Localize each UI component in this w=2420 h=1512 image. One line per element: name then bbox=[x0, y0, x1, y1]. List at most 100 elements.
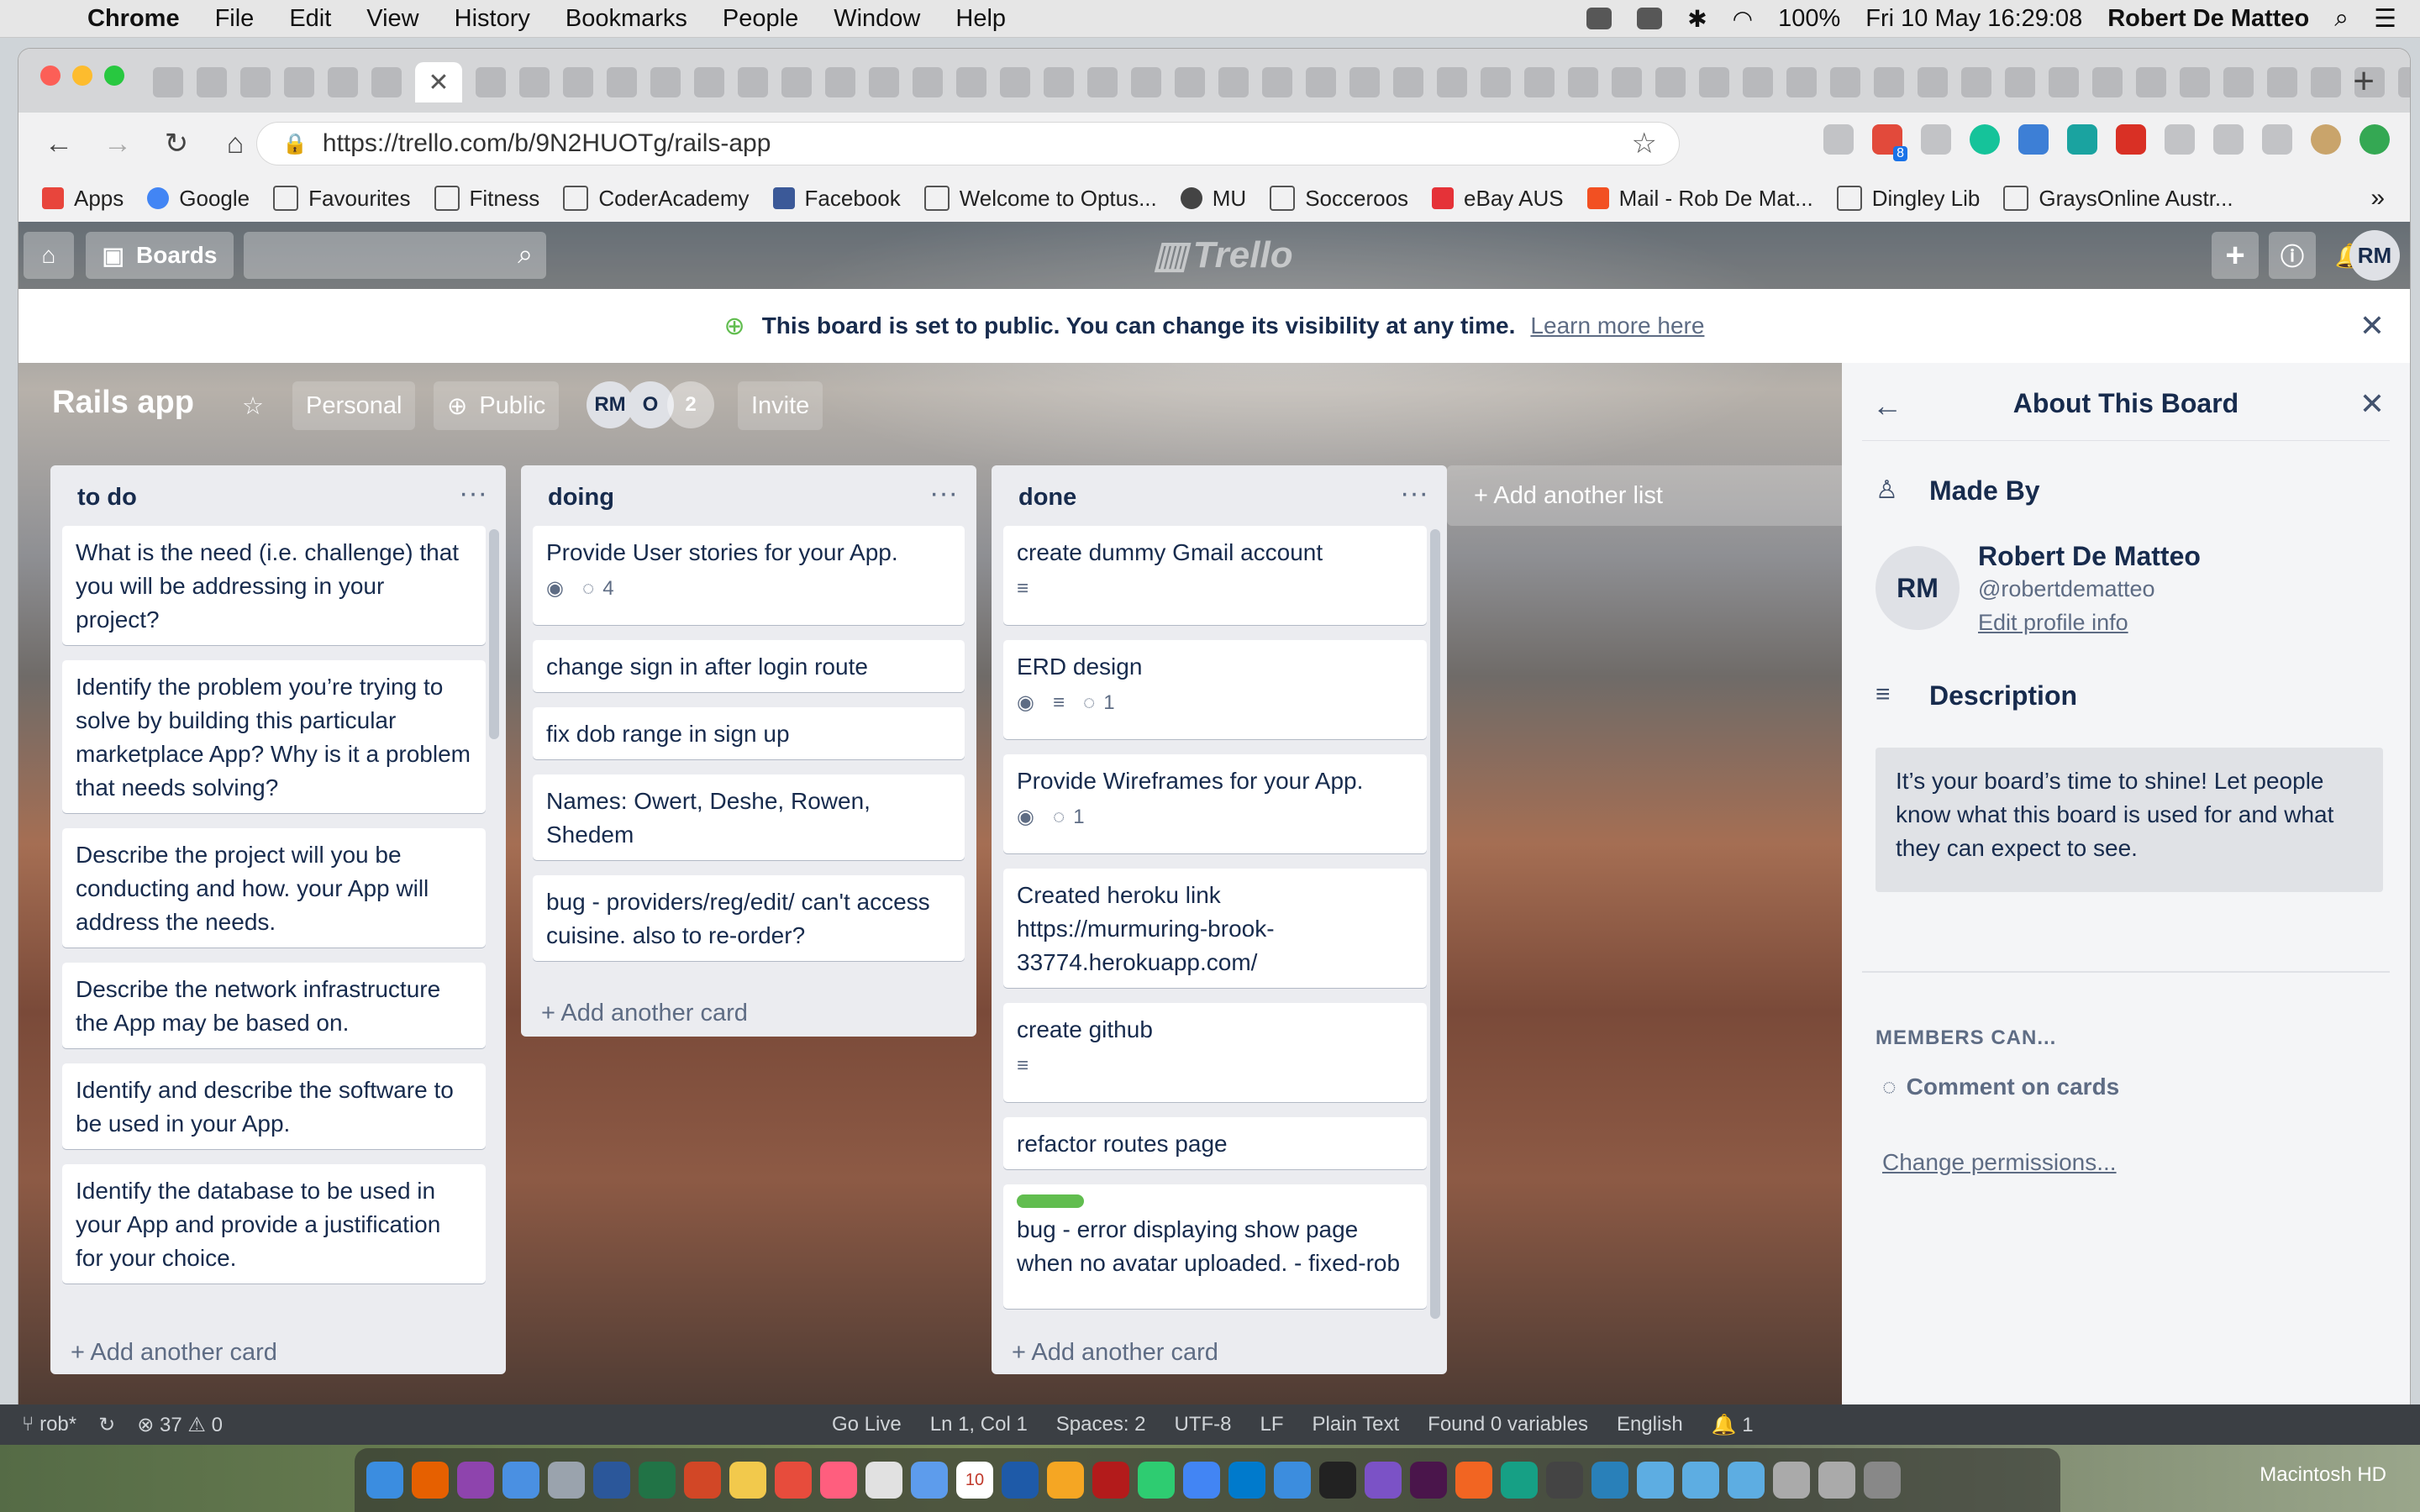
music-icon[interactable] bbox=[820, 1462, 857, 1499]
bookmarks-overflow-button[interactable]: » bbox=[2370, 184, 2385, 213]
card[interactable]: create dummy Gmail account ≡ bbox=[1003, 526, 1427, 625]
tab[interactable] bbox=[2049, 67, 2079, 97]
url-text[interactable]: https://trello.com/b/9N2HUOTg/rails-app bbox=[323, 129, 771, 158]
card[interactable]: Identify the problem you’re trying to so… bbox=[62, 660, 486, 813]
home-button[interactable]: ⌂ bbox=[217, 125, 254, 162]
card[interactable]: ERD design ◉ ≡ ◌ 1 bbox=[1003, 640, 1427, 739]
tab[interactable] bbox=[1000, 67, 1030, 97]
menu-bookmarks[interactable]: Bookmarks bbox=[566, 5, 687, 33]
invite-button[interactable]: Invite bbox=[738, 381, 823, 430]
card[interactable]: Provide Wireframes for your App. ◉ ◌ 1 bbox=[1003, 754, 1427, 853]
bluetooth-icon[interactable]: ✱ bbox=[1687, 5, 1707, 33]
lock-icon[interactable]: 🔒 bbox=[282, 132, 308, 156]
tray-app-icon[interactable] bbox=[1586, 8, 1612, 29]
variables-status[interactable]: Found 0 variables bbox=[1428, 1413, 1588, 1437]
branch-indicator[interactable]: ⑂ rob* bbox=[22, 1413, 76, 1436]
team-button[interactable]: Personal bbox=[292, 381, 416, 430]
tab[interactable] bbox=[2223, 67, 2254, 97]
grammarly-icon[interactable] bbox=[1970, 124, 2000, 155]
bookmark-mu[interactable]: MU bbox=[1180, 186, 1246, 212]
list-menu-icon[interactable]: ··· bbox=[929, 477, 958, 510]
card[interactable]: create github ≡ bbox=[1003, 1003, 1427, 1102]
visibility-button[interactable]: ⊕ Public bbox=[434, 381, 560, 430]
bookmark-google[interactable]: Google bbox=[147, 186, 250, 212]
bookmark-mail[interactable]: Mail - Rob De Mat... bbox=[1586, 186, 1813, 212]
bell-icon[interactable]: 🔔 1 bbox=[1712, 1413, 1754, 1437]
tab[interactable] bbox=[825, 67, 855, 97]
board-title[interactable]: Rails app bbox=[52, 385, 194, 421]
card[interactable]: Created heroku link https://murmuring-br… bbox=[1003, 869, 1427, 988]
tab[interactable] bbox=[1786, 67, 1817, 97]
tab[interactable] bbox=[1481, 67, 1511, 97]
extension-icon[interactable] bbox=[2018, 124, 2049, 155]
messages-icon[interactable] bbox=[1138, 1462, 1175, 1499]
cursor-position[interactable]: Ln 1, Col 1 bbox=[930, 1413, 1028, 1437]
activity-monitor-icon[interactable] bbox=[1546, 1462, 1583, 1499]
active-tab-close-icon[interactable]: ✕ bbox=[415, 62, 462, 102]
zoom-window-button[interactable] bbox=[104, 66, 124, 86]
tab[interactable] bbox=[2180, 67, 2210, 97]
update-icon[interactable] bbox=[2360, 124, 2390, 155]
bookmark-folder-coderacademy[interactable]: CoderAcademy bbox=[563, 186, 750, 212]
tab[interactable] bbox=[1961, 67, 1991, 97]
menu-window[interactable]: Window bbox=[834, 5, 920, 33]
close-banner-icon[interactable]: ✕ bbox=[2360, 308, 2385, 344]
bookmark-folder-favourites[interactable]: Favourites bbox=[273, 186, 411, 212]
app-store-icon[interactable] bbox=[1002, 1462, 1039, 1499]
star-board-icon[interactable]: ☆ bbox=[229, 381, 277, 430]
tab[interactable] bbox=[1874, 67, 1904, 97]
powerpoint-icon[interactable] bbox=[684, 1462, 721, 1499]
tab[interactable] bbox=[694, 67, 724, 97]
close-window-button[interactable] bbox=[40, 66, 60, 86]
trello-logo[interactable]: ▥ Trello bbox=[1153, 234, 1293, 276]
menu-file[interactable]: File bbox=[215, 5, 255, 33]
tab[interactable] bbox=[1044, 67, 1074, 97]
list-title[interactable]: to do bbox=[77, 484, 137, 512]
tab[interactable] bbox=[1612, 67, 1642, 97]
bookmark-dingley-lib[interactable]: Dingley Lib bbox=[1836, 186, 1980, 212]
launchpad-icon[interactable] bbox=[548, 1462, 585, 1499]
excel-icon[interactable] bbox=[639, 1462, 676, 1499]
tab[interactable] bbox=[1131, 67, 1161, 97]
add-list-button[interactable]: + Add another list bbox=[1447, 465, 1850, 526]
macintosh-hd-label[interactable]: Macintosh HD bbox=[2260, 1463, 2386, 1487]
tab[interactable] bbox=[781, 67, 812, 97]
list-title[interactable]: doing bbox=[548, 484, 614, 512]
new-tab-button[interactable]: + bbox=[2353, 60, 2375, 102]
card[interactable]: Identify the database to be used in your… bbox=[62, 1164, 486, 1284]
change-permissions-link[interactable]: Change permissions... bbox=[1882, 1149, 2117, 1176]
member-avatar[interactable]: RM bbox=[2349, 230, 2400, 281]
menu-app-chrome[interactable]: Chrome bbox=[87, 5, 180, 33]
card[interactable]: change sign in after login route bbox=[533, 640, 965, 692]
encoding[interactable]: UTF-8 bbox=[1175, 1413, 1232, 1437]
address-bar[interactable]: 🔒 https://trello.com/b/9N2HUOTg/rails-ap… bbox=[257, 123, 1679, 165]
tab[interactable] bbox=[650, 67, 681, 97]
reload-button[interactable]: ↻ bbox=[158, 125, 195, 162]
app-icon[interactable] bbox=[1501, 1462, 1538, 1499]
info-icon[interactable]: ⓘ bbox=[2269, 232, 2316, 279]
member-count[interactable]: 2 bbox=[667, 381, 714, 428]
app-icon[interactable] bbox=[1365, 1462, 1402, 1499]
go-live-button[interactable]: Go Live bbox=[832, 1413, 902, 1437]
menu-view[interactable]: View bbox=[366, 5, 418, 33]
card[interactable]: Describe the network infrastructure the … bbox=[62, 963, 486, 1048]
card[interactable]: Identify and describe the software to be… bbox=[62, 1063, 486, 1149]
menu-help[interactable]: Help bbox=[955, 5, 1006, 33]
menu-history[interactable]: History bbox=[455, 5, 530, 33]
add-card-button[interactable]: + Add another card bbox=[541, 1000, 748, 1027]
tab[interactable] bbox=[1393, 67, 1423, 97]
add-card-button[interactable]: + Add another card bbox=[1012, 1339, 1218, 1367]
profile-avatar[interactable] bbox=[2311, 124, 2341, 155]
app-icon[interactable] bbox=[729, 1462, 766, 1499]
extension-icon[interactable] bbox=[2262, 124, 2292, 155]
bookmark-socceroos[interactable]: Socceroos bbox=[1270, 186, 1408, 212]
tab[interactable] bbox=[1306, 67, 1336, 97]
terminal-icon[interactable] bbox=[1319, 1462, 1356, 1499]
back-button[interactable]: ← bbox=[40, 125, 77, 162]
firefox-icon[interactable] bbox=[412, 1462, 449, 1499]
document-icon[interactable] bbox=[1818, 1462, 1855, 1499]
search-input[interactable]: ⌕ bbox=[244, 232, 546, 279]
extension-icon[interactable] bbox=[2213, 124, 2244, 155]
bookmark-apps[interactable]: Apps bbox=[42, 186, 124, 212]
tab[interactable] bbox=[476, 67, 506, 97]
